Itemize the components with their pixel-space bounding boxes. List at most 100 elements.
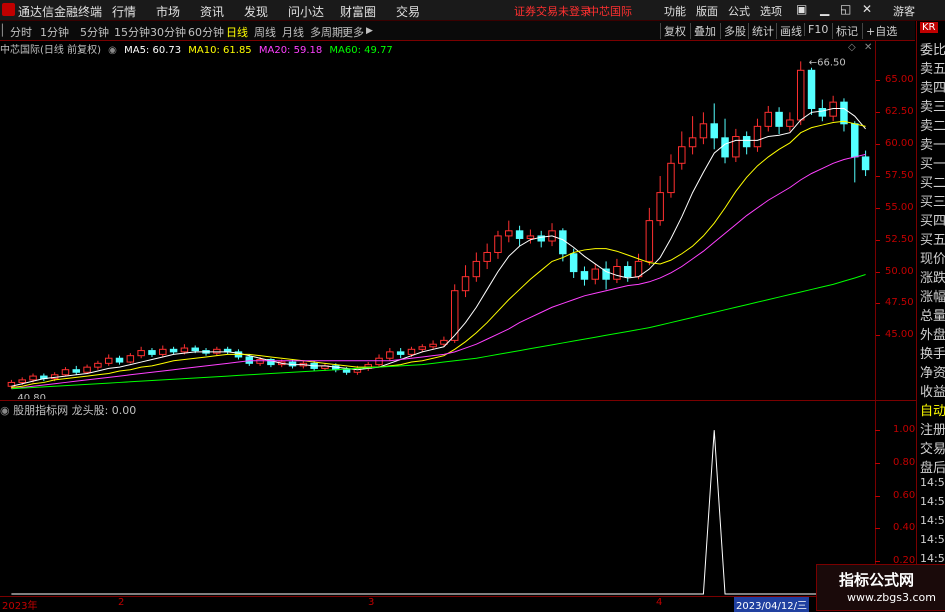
period-5min[interactable]: 5分钟 [80, 24, 109, 40]
side-panel-item: 买四 [920, 214, 945, 229]
candle-body [851, 123, 859, 158]
side-panel-item[interactable]: 盘后 [920, 457, 945, 476]
adjust-button[interactable]: 复权 [660, 23, 686, 39]
diamond-icon[interactable]: ◇ [848, 42, 856, 53]
mark-button[interactable]: 标记 [832, 23, 858, 39]
candle-body [375, 357, 383, 366]
period-15min[interactable]: 15分钟 [114, 24, 150, 40]
watermark-url: www.zbgs3.com [847, 591, 936, 604]
candle-body [72, 369, 81, 373]
menu-quotes[interactable]: 行情 [112, 3, 136, 20]
time-label-feb: 2 [118, 597, 125, 608]
candle-body [494, 235, 502, 253]
multi-stock-button[interactable]: 多股 [720, 23, 746, 39]
price-annotation: 40.80 [17, 393, 46, 399]
app-logo-icon [2, 3, 15, 16]
add-favorite-button[interactable]: +自选 [862, 23, 897, 39]
candle-body [807, 69, 816, 110]
price-tick-label: 47.50 [885, 297, 914, 309]
login-status[interactable]: 证券交易未登录 [514, 3, 591, 19]
menu-xiaoda[interactable]: 问小达 [288, 3, 324, 20]
minimize-icon[interactable]: ▁ [820, 2, 829, 16]
candlestick-chart[interactable]: ←66.50 40.80 [0, 55, 875, 399]
menu-function[interactable]: 功能 [664, 3, 686, 19]
candle-body [29, 375, 37, 381]
side-panel-item: 买二 [920, 176, 945, 191]
candle-body [461, 276, 470, 292]
candle-body [764, 111, 773, 127]
indicator-tick-mark [875, 528, 880, 530]
side-panel-item: 现价 [920, 252, 945, 267]
candle-body [472, 260, 481, 278]
price-tick-label: 55.00 [885, 201, 914, 213]
side-panel-item: 净资 [920, 366, 945, 381]
menu-layout[interactable]: 版面 [696, 3, 718, 19]
side-panel-item[interactable]: 14:56 [920, 533, 945, 546]
candle-body [396, 351, 405, 355]
overlay-button[interactable]: 叠加 [690, 23, 716, 39]
chart-header: 中芯国际(日线 前复权) ◉ MA5: 60.73 MA10: 61.85 MA… [0, 41, 397, 56]
period-monthly[interactable]: 月线 [282, 24, 304, 40]
period-60min[interactable]: 60分钟 [188, 24, 224, 40]
more-dropdown-icon[interactable]: ▶ [366, 26, 373, 36]
price-tick-label: 60.00 [885, 138, 914, 150]
candle-body [688, 137, 697, 148]
side-panel-item[interactable]: 14:56 [920, 476, 945, 489]
candle-body [191, 347, 199, 352]
candle-body [559, 230, 567, 255]
side-panel-item: 卖二 [920, 119, 945, 134]
period-timeshare[interactable]: 分时 [10, 24, 32, 40]
close-icon[interactable]: ✕ [862, 2, 872, 16]
candle-body [505, 230, 513, 237]
indicator-chart[interactable] [0, 416, 875, 596]
price-tick-label: 65.00 [885, 74, 914, 86]
candle-body [342, 369, 351, 373]
guest-label[interactable]: 游客 [893, 3, 915, 19]
candle-body [18, 379, 26, 383]
watermark-title: 指标公式网 [839, 571, 915, 589]
statistics-button[interactable]: 统计 [748, 23, 774, 39]
side-panel-item[interactable]: 自动 [920, 400, 945, 419]
side-panel-item: 卖三 [920, 100, 945, 115]
period-30min[interactable]: 30分钟 [150, 24, 186, 40]
candle-body [732, 136, 740, 158]
period-weekly[interactable]: 周线 [254, 24, 276, 40]
candle-body [126, 355, 135, 363]
kr-badge[interactable]: KR [920, 22, 938, 33]
candle-body [115, 357, 124, 363]
candle-body [386, 351, 394, 359]
period-daily[interactable]: 日线 [226, 24, 248, 40]
draw-line-button[interactable]: 画线 [776, 23, 802, 39]
menu-trade[interactable]: 交易 [396, 3, 420, 20]
candle-body [818, 108, 827, 117]
candle-body [159, 348, 167, 355]
candle-body [580, 271, 589, 280]
side-panel-item[interactable]: 14:56 [920, 514, 945, 527]
menu-options[interactable]: 选项 [760, 3, 782, 19]
period-toolbar: ▏ 分时 1分钟 5分钟 15分钟 30分钟 60分钟 日线 周线 月线 多周期… [0, 21, 915, 41]
indicator-tick-mark [875, 561, 880, 563]
side-panel-item[interactable]: 注册 [920, 419, 945, 438]
period-1min[interactable]: 1分钟 [40, 24, 69, 40]
period-multi[interactable]: 多周期 [310, 24, 343, 40]
pin-icon[interactable]: ▣ [796, 2, 807, 16]
f10-button[interactable]: F10 [804, 23, 828, 36]
menu-market[interactable]: 市场 [156, 3, 180, 20]
menu-formula[interactable]: 公式 [728, 3, 750, 19]
time-label-year: 2023年 [2, 601, 38, 612]
candle-body [94, 362, 102, 368]
panel-close-icon[interactable]: ✕ [864, 42, 872, 53]
period-more[interactable]: 更多 [342, 24, 364, 40]
side-panel-item[interactable]: 交易 [920, 438, 945, 457]
menu-news[interactable]: 资讯 [200, 3, 224, 20]
current-stock-name: 中芯国际 [588, 5, 632, 18]
pane-divider[interactable] [0, 400, 916, 401]
candle-body [861, 156, 870, 171]
menu-discover[interactable]: 发现 [244, 3, 268, 20]
restore-icon[interactable]: ◱ [840, 2, 851, 16]
candle-body [753, 125, 762, 148]
menu-wealth[interactable]: 财富圈 [340, 3, 376, 20]
candle-body [775, 111, 783, 127]
side-panel-item: 外盘 [920, 328, 945, 343]
side-panel-item[interactable]: 14:56 [920, 495, 945, 508]
